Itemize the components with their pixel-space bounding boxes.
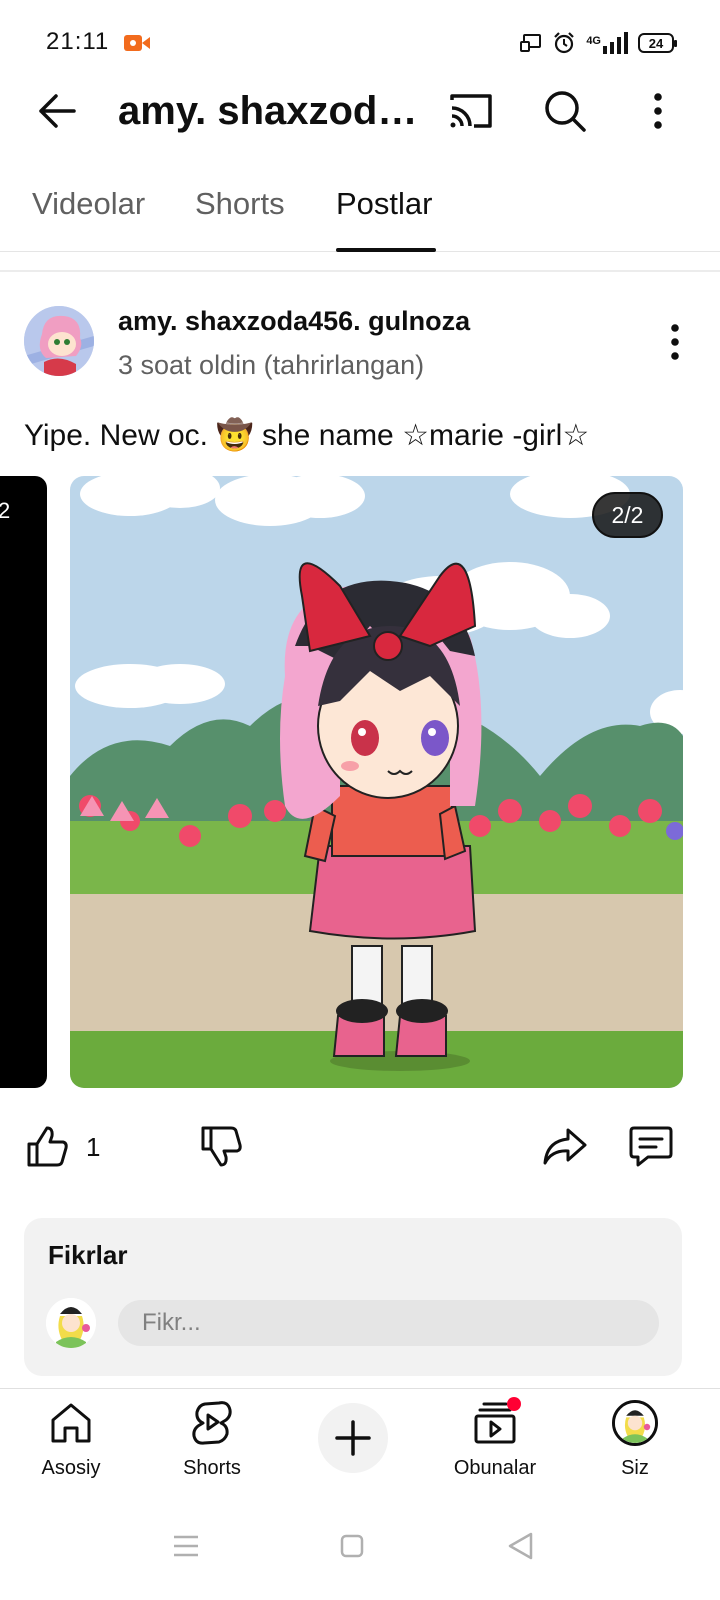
post-text: Yipe. New oc. 🤠 she name ☆marie -girl☆	[24, 419, 590, 452]
avatar	[612, 1400, 658, 1446]
share-icon	[543, 1128, 587, 1165]
triangle-back-icon	[508, 1532, 533, 1560]
more-vertical-icon	[654, 93, 662, 129]
menu-icon	[174, 1535, 198, 1557]
channel-tabs: Videolar Shorts Postlar	[0, 170, 720, 252]
active-tab-indicator	[336, 248, 436, 252]
signal-icon	[603, 32, 628, 54]
screen-record-icon	[124, 35, 150, 51]
plus-icon	[335, 1420, 371, 1456]
avatar-image	[24, 306, 94, 376]
network-type: 4G	[586, 35, 601, 47]
status-icons: 4G 24	[520, 30, 677, 56]
app-bar: amy. shaxzod…	[0, 76, 720, 146]
back-button[interactable]	[28, 86, 84, 136]
nav-subscriptions[interactable]: Obunalar	[440, 1397, 550, 1489]
comments-section[interactable]: Fikrlar	[24, 1218, 682, 1376]
post-author[interactable]: amy. shaxzoda456. gulnoza	[118, 306, 470, 337]
more-options-button[interactable]	[636, 86, 680, 136]
author-avatar[interactable]	[24, 306, 94, 376]
system-home-button[interactable]	[322, 1520, 382, 1572]
status-time: 21:11	[46, 28, 110, 55]
back-arrow-icon	[39, 94, 76, 128]
cast-status-icon	[520, 34, 542, 52]
system-back-button[interactable]	[490, 1520, 550, 1572]
status-bar: 21:11 4G 24	[0, 0, 720, 86]
post-timestamp: 3 soat oldin (tahrirlangan)	[118, 350, 425, 380]
my-avatar	[46, 1298, 96, 1348]
search-icon	[545, 91, 586, 132]
system-navigation-bar	[0, 1498, 720, 1600]
tab-postlar[interactable]: Postlar	[336, 186, 432, 222]
previous-image-slide[interactable]: 2	[0, 476, 47, 1088]
dislike-button[interactable]	[198, 1122, 244, 1170]
battery-icon: 24	[638, 33, 677, 53]
nav-shorts[interactable]: Shorts	[157, 1399, 267, 1489]
create-button[interactable]	[318, 1403, 388, 1473]
search-button[interactable]	[538, 86, 592, 136]
nav-label-shorts: Shorts	[183, 1457, 241, 1479]
comments-title: Fikrlar	[48, 1240, 128, 1270]
my-avatar-image	[46, 1298, 96, 1348]
home-icon	[51, 1403, 91, 1443]
post-image[interactable]	[70, 476, 683, 1088]
like-button[interactable]	[24, 1122, 70, 1170]
thumbs-down-icon	[201, 1126, 242, 1167]
comment-input[interactable]	[118, 1300, 659, 1346]
nav-label-you: Siz	[621, 1457, 649, 1479]
prev-image-counter: 2	[0, 498, 11, 523]
notification-dot	[507, 1397, 521, 1411]
bottom-navigation: Asosiy Shorts Obunalar Siz	[0, 1388, 720, 1498]
share-button[interactable]	[540, 1122, 590, 1170]
post-image-illustration	[70, 476, 683, 1088]
nav-label-home: Asosiy	[41, 1457, 101, 1479]
tab-videolar[interactable]: Videolar	[32, 186, 145, 222]
square-icon	[340, 1534, 364, 1558]
channel-title: amy. shaxzod…	[118, 89, 418, 133]
thumbs-up-icon	[27, 1126, 68, 1167]
system-menu-button[interactable]	[156, 1520, 216, 1572]
divider	[0, 270, 720, 272]
more-vertical-icon	[671, 324, 679, 360]
image-counter-badge: 2/2	[592, 492, 663, 538]
nav-label-subscriptions: Obunalar	[453, 1457, 537, 1479]
comment-button[interactable]	[626, 1122, 676, 1170]
shorts-icon	[192, 1401, 232, 1445]
like-count: 1	[86, 1132, 101, 1162]
cast-button[interactable]	[444, 86, 498, 136]
nav-avatar-image	[615, 1403, 655, 1443]
alarm-icon	[554, 32, 575, 54]
tab-shorts[interactable]: Shorts	[195, 186, 285, 222]
cast-icon	[450, 94, 492, 128]
nav-you[interactable]: Siz	[580, 1399, 690, 1489]
comment-icon	[629, 1126, 673, 1167]
nav-home[interactable]: Asosiy	[16, 1399, 126, 1489]
post-more-button[interactable]	[658, 318, 692, 366]
